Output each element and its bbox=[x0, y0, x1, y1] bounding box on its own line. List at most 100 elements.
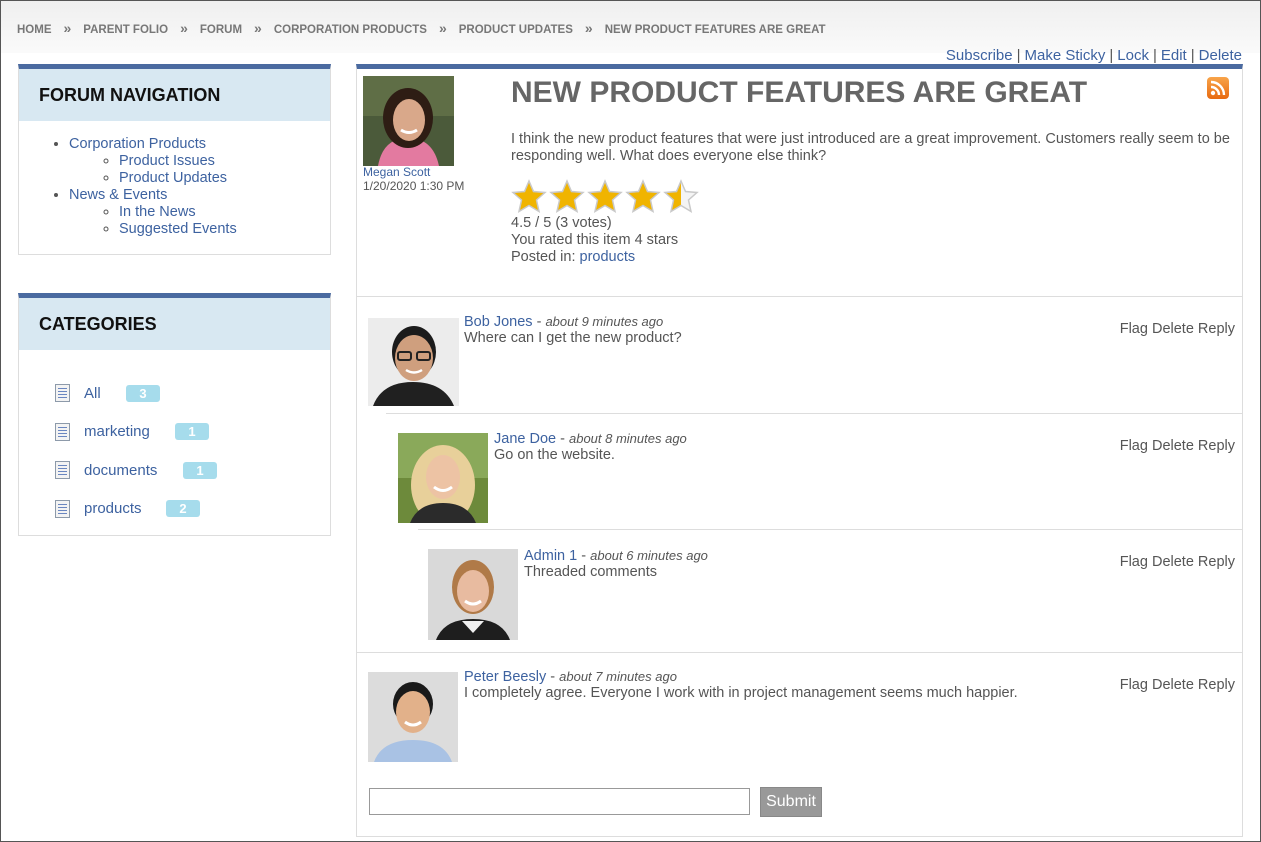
comment-actions: Flag Delete Reply bbox=[1120, 554, 1235, 570]
breadcrumb-separator: » bbox=[438, 20, 447, 36]
reply-button[interactable]: Reply bbox=[1198, 554, 1235, 570]
category-item-documents[interactable]: documents 1 bbox=[55, 451, 330, 490]
comment-divider bbox=[418, 529, 1242, 530]
comment-text: Threaded comments bbox=[524, 564, 657, 580]
avatar[interactable] bbox=[368, 318, 459, 406]
comment-divider bbox=[386, 413, 1242, 414]
comment: Peter Beesly - about 7 minutes ago I com… bbox=[464, 669, 1018, 701]
nav-item-corporation-products[interactable]: Corporation Products bbox=[69, 136, 206, 152]
nav-item-in-the-news[interactable]: In the News bbox=[119, 204, 196, 220]
category-item-all[interactable]: All 3 bbox=[55, 374, 330, 413]
breadcrumb-separator: » bbox=[254, 20, 262, 36]
comment-actions: Flag Delete Reply bbox=[1120, 321, 1235, 337]
delete-button[interactable]: Delete bbox=[1152, 677, 1194, 693]
nav-subitem: In the News bbox=[119, 204, 330, 221]
comment-header: Jane Doe - about 8 minutes ago bbox=[494, 431, 687, 447]
category-count-badge: 1 bbox=[175, 423, 209, 441]
breadcrumb-home[interactable]: HOME bbox=[17, 24, 52, 36]
category-label[interactable]: All bbox=[84, 385, 126, 402]
breadcrumb-forum[interactable]: FORUM bbox=[200, 24, 242, 36]
comment-actions: Flag Delete Reply bbox=[1120, 438, 1235, 454]
make-sticky-link[interactable]: Make Sticky bbox=[1025, 47, 1106, 64]
category-item-marketing[interactable]: marketing 1 bbox=[55, 413, 330, 452]
nav-item-suggested-events[interactable]: Suggested Events bbox=[119, 221, 237, 237]
comment-time: about 8 minutes ago bbox=[568, 431, 687, 446]
pipe-separator: | bbox=[1190, 47, 1195, 64]
comment-time: about 9 minutes ago bbox=[545, 314, 664, 329]
comment-divider bbox=[357, 652, 1242, 653]
reply-button[interactable]: Reply bbox=[1198, 438, 1235, 454]
nav-group: Corporation Products Product Issues Prod… bbox=[69, 136, 330, 187]
star-icon[interactable] bbox=[511, 179, 547, 215]
breadcrumb-current: NEW PRODUCT FEATURES ARE GREAT bbox=[604, 24, 826, 36]
star-rating[interactable] bbox=[511, 179, 699, 215]
reply-button[interactable]: Reply bbox=[1198, 677, 1235, 693]
avatar[interactable] bbox=[428, 549, 518, 640]
nav-item-product-updates[interactable]: Product Updates bbox=[119, 170, 227, 186]
comment-author-link[interactable]: Bob Jones bbox=[464, 314, 533, 330]
avatar[interactable] bbox=[363, 76, 454, 166]
post-body: I think the new product features that we… bbox=[511, 131, 1230, 164]
subscribe-link[interactable]: Subscribe bbox=[946, 47, 1013, 64]
lock-link[interactable]: Lock bbox=[1117, 47, 1149, 64]
delete-button[interactable]: Delete bbox=[1152, 321, 1194, 337]
category-label[interactable]: marketing bbox=[84, 423, 175, 440]
comment-time: about 7 minutes ago bbox=[559, 669, 677, 684]
edit-link[interactable]: Edit bbox=[1161, 47, 1187, 64]
nav-subitem: Suggested Events bbox=[119, 221, 330, 238]
avatar[interactable] bbox=[368, 672, 458, 762]
user-rating: You rated this item 4 stars bbox=[511, 232, 679, 248]
categories-panel: CATEGORIES All 3 marketing 1 documents 1… bbox=[18, 293, 331, 536]
document-icon bbox=[55, 461, 70, 480]
comment-text: Go on the website. bbox=[494, 447, 615, 463]
avatar[interactable] bbox=[398, 433, 488, 523]
flag-button[interactable]: Flag bbox=[1120, 677, 1148, 693]
comment-author-link[interactable]: Peter Beesly bbox=[464, 669, 546, 685]
star-icon[interactable] bbox=[663, 179, 699, 215]
post-date: 1/20/2020 1:30 PM bbox=[363, 179, 465, 193]
category-label[interactable]: documents bbox=[84, 462, 183, 479]
nav-group: News & Events In the News Suggested Even… bbox=[69, 187, 330, 238]
star-icon[interactable] bbox=[587, 179, 623, 215]
post-author-link[interactable]: Megan Scott bbox=[363, 165, 430, 179]
reply-button[interactable]: Reply bbox=[1198, 321, 1235, 337]
comment: Admin 1 - about 6 minutes ago Threaded c… bbox=[524, 548, 708, 580]
submit-button[interactable]: Submit bbox=[760, 787, 822, 817]
flag-button[interactable]: Flag bbox=[1120, 438, 1148, 454]
delete-button[interactable]: Delete bbox=[1152, 554, 1194, 570]
top-bar: HOME » PARENT FOLIO » FORUM » CORPORATION PROD… bbox=[1, 1, 1260, 53]
star-icon[interactable] bbox=[625, 179, 661, 215]
nav-item-news-events[interactable]: News & Events bbox=[69, 187, 167, 203]
pipe-separator: | bbox=[1152, 47, 1157, 64]
flag-button[interactable]: Flag bbox=[1120, 321, 1148, 337]
rss-icon[interactable] bbox=[1207, 77, 1229, 99]
comment-text: I completely agree. Everyone I work with… bbox=[464, 685, 1018, 701]
category-count-badge: 3 bbox=[126, 384, 160, 402]
comment: Jane Doe - about 8 minutes ago Go on the… bbox=[494, 431, 687, 463]
rating-summary: 4.5 / 5 (3 votes) bbox=[511, 215, 612, 231]
categories-title: CATEGORIES bbox=[19, 298, 330, 350]
category-count-badge: 1 bbox=[183, 461, 217, 479]
reply-input[interactable] bbox=[369, 788, 750, 815]
category-label[interactable]: products bbox=[84, 500, 166, 517]
comment-author-link[interactable]: Jane Doe bbox=[494, 431, 556, 447]
categories-list: All 3 marketing 1 documents 1 products 2 bbox=[55, 374, 330, 528]
delete-button[interactable]: Delete bbox=[1152, 438, 1194, 454]
document-icon bbox=[55, 422, 70, 441]
comment-actions: Flag Delete Reply bbox=[1120, 677, 1235, 693]
breadcrumb-product-updates[interactable]: PRODUCT UPDATES bbox=[459, 24, 573, 36]
comment-author-link[interactable]: Admin 1 bbox=[524, 548, 577, 564]
breadcrumb-separator: » bbox=[584, 20, 593, 36]
forum-post: Megan Scott 1/20/2020 1:30 PM NEW PRODUC… bbox=[357, 69, 1242, 297]
forum-navigation-panel: FORUM NAVIGATION Corporation Products Pr… bbox=[18, 64, 331, 255]
forum-thread: Megan Scott 1/20/2020 1:30 PM NEW PRODUC… bbox=[356, 64, 1243, 837]
star-icon[interactable] bbox=[549, 179, 585, 215]
nav-item-product-issues[interactable]: Product Issues bbox=[119, 153, 215, 169]
posted-in-category-link[interactable]: products bbox=[580, 249, 636, 265]
delete-link[interactable]: Delete bbox=[1199, 47, 1242, 64]
breadcrumb-parent-folio[interactable]: PARENT FOLIO bbox=[83, 24, 168, 36]
flag-button[interactable]: Flag bbox=[1120, 554, 1148, 570]
breadcrumb-corporation-products[interactable]: CORPORATION PRODUCTS bbox=[274, 24, 427, 36]
category-item-products[interactable]: products 2 bbox=[55, 490, 330, 529]
comment-time: about 6 minutes ago bbox=[590, 548, 708, 563]
